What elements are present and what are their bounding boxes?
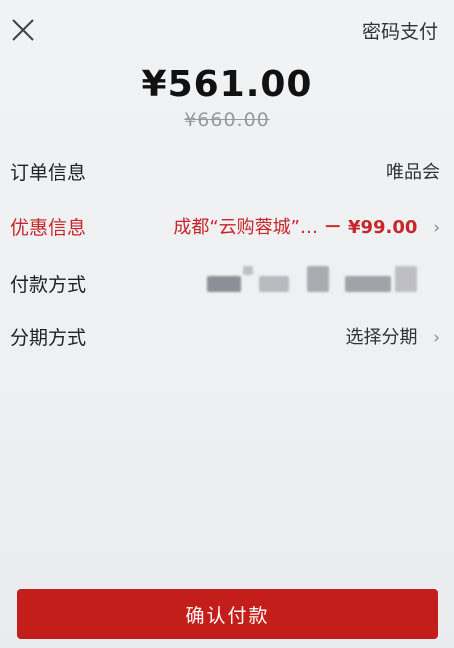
payment-amount: ¥561.00 [141, 64, 313, 105]
discount-name: 成都“云购蓉城”… [173, 217, 318, 238]
installment-row[interactable]: 分期方式 选择分期 › [0, 315, 454, 355]
discount-info-label: 优惠信息 [10, 217, 87, 239]
password-pay-link[interactable]: 密码支付 [362, 17, 438, 44]
chevron-right-icon: › [433, 218, 440, 238]
confirm-payment-button[interactable]: 确认付款 [17, 589, 438, 639]
original-amount: ¥660.00 [184, 109, 270, 131]
installment-select-text: 选择分期 [345, 327, 418, 348]
order-info-label: 订单信息 [10, 162, 87, 184]
discount-info-value: 成都“云购蓉城”… － ¥99.00 › [173, 213, 440, 239]
discount-info-row[interactable]: 优惠信息 成都“云购蓉城”… － ¥99.00 › [0, 205, 454, 245]
payment-method-value-redacted [207, 262, 419, 298]
discount-amount: － ¥99.00 [323, 217, 418, 238]
installment-value: 选择分期 › [345, 323, 440, 349]
order-info-row: 订单信息 唯品会 [0, 150, 454, 190]
chevron-right-icon: › [433, 328, 440, 348]
installment-label: 分期方式 [10, 327, 87, 349]
close-icon[interactable] [10, 17, 36, 43]
order-info-value: 唯品会 [386, 162, 440, 183]
payment-method-label: 付款方式 [10, 274, 87, 296]
